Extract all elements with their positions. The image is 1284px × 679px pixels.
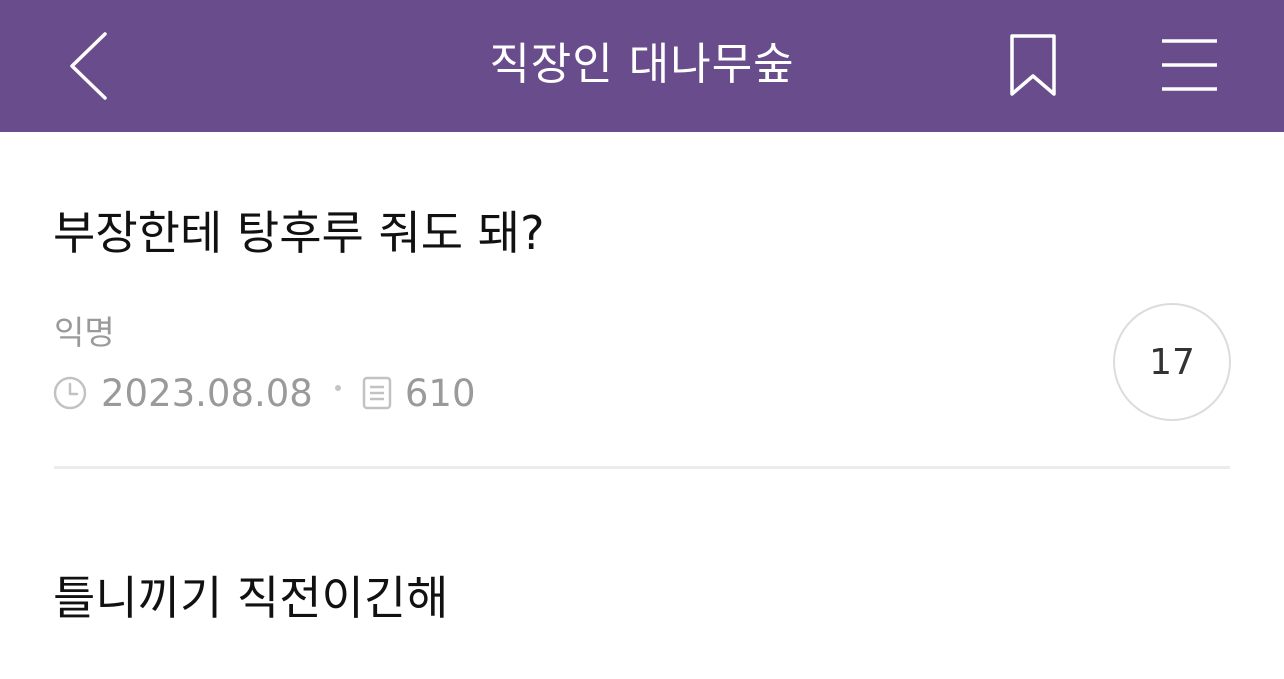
post-title: 부장한테 탕후루 줘도 돼? — [53, 206, 545, 260]
post-body: 틀니끼기 직전이긴해 — [53, 571, 449, 625]
comment-count-button[interactable]: 17 — [1113, 303, 1231, 421]
post-date: 2023.08.08 — [101, 371, 313, 415]
meta-separator — [334, 385, 341, 391]
hamburger-menu-icon — [1162, 39, 1217, 91]
divider — [54, 466, 1230, 469]
comment-count: 17 — [1149, 341, 1195, 383]
post-meta: 2023.08.08 610 — [52, 366, 475, 420]
author-name: 익명 — [54, 313, 115, 352]
menu-button[interactable] — [1154, 32, 1226, 98]
chevron-left-icon — [70, 32, 107, 100]
view-count: 610 — [404, 371, 476, 415]
clock-icon — [53, 376, 87, 410]
bookmark-icon — [1010, 34, 1056, 96]
page-title: 직장인 대나무숲 — [489, 39, 795, 90]
document-icon — [362, 376, 392, 410]
top-app-bar: 직장인 대나무숲 — [0, 0, 1284, 132]
back-button[interactable] — [58, 26, 118, 106]
bookmark-button[interactable] — [1000, 30, 1066, 102]
